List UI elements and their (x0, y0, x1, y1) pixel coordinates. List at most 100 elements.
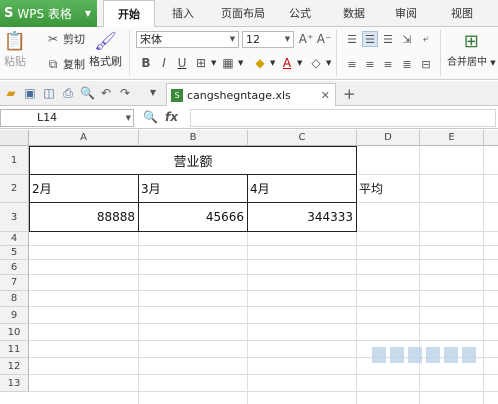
clipboard-icon: 📋 (3, 30, 27, 52)
chevron-down-icon: ▼ (125, 114, 131, 122)
row-header-11[interactable]: 11 (0, 341, 29, 358)
tab-insert[interactable]: 插入 (160, 0, 206, 27)
column-header-a[interactable]: A (29, 130, 139, 146)
export-icon[interactable]: ◫ (42, 86, 56, 100)
align-left-button[interactable]: ≡ (344, 56, 360, 72)
redo-icon[interactable]: ↷ (118, 86, 132, 100)
cell-a3[interactable]: 88888 (29, 203, 138, 231)
print-icon[interactable]: ⎙ (61, 86, 75, 100)
align-middle-icon: ☰ (365, 32, 375, 46)
cell-d2[interactable]: 平均 (356, 175, 419, 202)
eraser-icon: ◇ (311, 56, 321, 70)
gridline (29, 245, 498, 246)
app-menu-button[interactable]: S WPS 表格 ▼ (0, 0, 97, 27)
underline-button[interactable]: U (175, 56, 189, 70)
cut-button[interactable]: ✂ 剪切 (46, 31, 85, 47)
cell-b2[interactable]: 3月 (138, 175, 247, 202)
tab-view[interactable]: 视图 (440, 0, 484, 27)
zoom-icon[interactable]: 🔍 (143, 110, 158, 124)
chevron-down-icon: ▼ (270, 59, 276, 67)
row-header-5[interactable]: 5 (0, 246, 29, 260)
borders-button[interactable]: ⊞ ▼ (194, 56, 216, 70)
new-tab-button[interactable]: + (343, 85, 356, 103)
border-grid-icon: ⊞ (195, 56, 207, 70)
column-header-b[interactable]: B (139, 130, 248, 146)
name-box[interactable]: L14 ▼ (0, 109, 134, 127)
font-color-button[interactable]: A ▼ (280, 56, 303, 70)
tab-page-layout[interactable]: 页面布局 (212, 0, 274, 27)
chevron-down-icon: ▼ (490, 59, 496, 67)
italic-button[interactable]: I (157, 56, 171, 70)
cell-c2[interactable]: 4月 (247, 175, 356, 202)
table-border (29, 231, 357, 232)
row-header-10[interactable]: 10 (0, 324, 29, 341)
cell-style-button[interactable]: ▦ ▼ (221, 56, 243, 70)
tab-home[interactable]: 开始 (103, 0, 155, 28)
orientation-button[interactable]: ⇲ (399, 31, 415, 47)
cell-title[interactable]: 营业额 (30, 147, 356, 174)
fx-icon[interactable]: fx (165, 110, 178, 124)
customize-toolbar-icon[interactable]: ▼ (146, 86, 160, 100)
document-tab[interactable]: S cangshegntage.xls ✕ (166, 83, 336, 106)
spreadsheet-grid[interactable]: A B C D E 1 2 3 4 5 6 7 8 9 10 11 12 13 … (0, 130, 498, 404)
wrap-text-button[interactable]: ⤶ (418, 31, 434, 47)
align-right-button[interactable]: ≡ (380, 56, 396, 72)
align-center-button[interactable]: ≡ (362, 56, 378, 72)
decrease-font-button[interactable]: A⁻ (317, 32, 332, 46)
font-name-select[interactable]: 宋体 ▼ (136, 31, 239, 48)
merge-center-button[interactable]: ⊞ 合并居中 ▼ (447, 30, 496, 69)
table-border (29, 146, 30, 232)
tab-formulas[interactable]: 公式 (278, 0, 322, 27)
clear-format-button[interactable]: ◇ ▼ (309, 56, 331, 70)
merge-center-label: 合并居中 (447, 57, 487, 68)
row-header-6[interactable]: 6 (0, 260, 29, 275)
fill-color-button[interactable]: ◆ ▼ (253, 56, 275, 70)
distributed-button[interactable]: ⊟ (418, 56, 434, 72)
align-top-button[interactable]: ☰ (344, 31, 360, 47)
column-header-e[interactable]: E (420, 130, 484, 146)
row-header-7[interactable]: 7 (0, 275, 29, 291)
cell-c3[interactable]: 344333 (247, 203, 356, 231)
tab-data[interactable]: 数据 (332, 0, 376, 27)
align-left-icon: ≡ (347, 57, 357, 71)
font-name-value: 宋体 (140, 33, 162, 46)
formula-input[interactable] (190, 109, 496, 127)
font-size-select[interactable]: 12 ▼ (242, 31, 294, 48)
column-header-d[interactable]: D (357, 130, 420, 146)
brush-icon: 🖌 (94, 30, 117, 52)
increase-font-button[interactable]: A⁺ (299, 32, 314, 46)
close-icon[interactable]: ✕ (321, 89, 330, 102)
cell-a2[interactable]: 2月 (29, 175, 138, 202)
row-header-3[interactable]: 3 (0, 203, 29, 232)
format-painter-label: 格式刷 (89, 55, 122, 68)
gridline (29, 323, 498, 324)
row-header-8[interactable]: 8 (0, 291, 29, 307)
align-bottom-button[interactable]: ☰ (380, 31, 396, 47)
row-header-2[interactable]: 2 (0, 175, 29, 203)
copy-button[interactable]: ⧉ 复制 (46, 56, 85, 72)
gridline (419, 146, 420, 404)
align-middle-button[interactable]: ☰ (362, 31, 378, 47)
cell-b3[interactable]: 45666 (138, 203, 247, 231)
justify-button[interactable]: ≣ (399, 56, 415, 72)
row-header-4[interactable]: 4 (0, 232, 29, 246)
format-painter-button[interactable]: 🖌 格式刷 (89, 30, 122, 69)
print-preview-icon[interactable]: 🔍 (80, 86, 95, 100)
row-header-1[interactable]: 1 (0, 146, 29, 175)
ribbon-divider (336, 30, 337, 76)
column-header-c[interactable]: C (248, 130, 357, 146)
select-all-corner[interactable] (0, 130, 29, 146)
paste-button[interactable]: 📋 粘贴 (4, 30, 26, 69)
column-header-f[interactable] (484, 130, 498, 146)
ribbon-home-panel: 📋 粘贴 ✂ 剪切 ⧉ 复制 🖌 格式刷 宋体 ▼ 12 ▼ A⁺ A⁻ B I… (0, 27, 498, 80)
open-folder-icon[interactable]: ▰ (4, 86, 18, 100)
bold-button[interactable]: B (139, 56, 153, 70)
row-header-9[interactable]: 9 (0, 307, 29, 324)
row-header-12[interactable]: 12 (0, 358, 29, 375)
chevron-down-icon: ▼ (238, 59, 244, 67)
tab-review[interactable]: 审阅 (384, 0, 428, 27)
table-border (29, 174, 357, 175)
undo-icon[interactable]: ↶ (99, 86, 113, 100)
save-icon[interactable]: ▣ (23, 86, 37, 100)
row-header-13[interactable]: 13 (0, 375, 29, 392)
